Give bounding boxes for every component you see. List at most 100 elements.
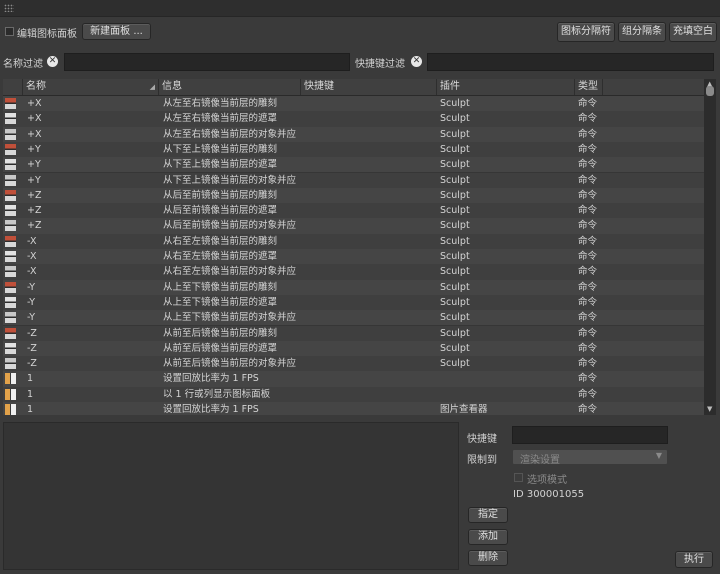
table-row[interactable]: -Y 从上至下镜像当前层的对象并应 Sculpt 命令 xyxy=(3,310,704,326)
cell-shortcut xyxy=(304,173,434,188)
column-header-info[interactable]: 信息 xyxy=(159,79,301,95)
icon-preview-area[interactable] xyxy=(3,422,459,570)
icon-column-header[interactable] xyxy=(3,79,23,95)
cell-type: 命令 xyxy=(578,128,598,140)
table-row[interactable]: +Z 从后至前镜像当前层的雕刻 Sculpt 命令 xyxy=(3,187,704,204)
table-row[interactable]: -Y 从上至下镜像当前层的雕刻 Sculpt 命令 xyxy=(3,279,704,295)
grip-icon[interactable] xyxy=(4,4,14,12)
cell-type: 命令 xyxy=(578,296,598,308)
table-row[interactable]: 1 设置回放比率为 1 FPS 图片查看器 命令 xyxy=(3,402,704,415)
group-separator-button[interactable]: 组分隔条 xyxy=(618,22,666,42)
table-scrollbar[interactable]: ▲ ▼ xyxy=(704,79,716,415)
table-row[interactable]: +Y 从下至上镜像当前层的遮罩 Sculpt 命令 xyxy=(3,157,704,173)
cell-name: -Z xyxy=(27,327,37,339)
add-button[interactable]: 添加 xyxy=(468,529,508,545)
cell-plugin: Sculpt xyxy=(440,281,470,293)
command-icon xyxy=(5,143,16,155)
cell-type: 命令 xyxy=(578,327,598,339)
table-row[interactable]: -X 从右至左镜像当前层的雕刻 Sculpt 命令 xyxy=(3,233,704,249)
cell-shortcut xyxy=(304,371,434,386)
cell-name: -X xyxy=(27,266,37,278)
shortcut-filter-input[interactable] xyxy=(427,53,714,71)
icon-separator-button[interactable]: 图标分隔符 xyxy=(557,22,615,42)
cell-plugin: Sculpt xyxy=(440,296,470,308)
option-mode-checkbox[interactable] xyxy=(514,473,523,482)
cell-shortcut xyxy=(304,326,434,341)
assign-button[interactable]: 指定 xyxy=(468,507,508,523)
table-row[interactable]: -X 从右至左镜像当前层的遮罩 Sculpt 命令 xyxy=(3,249,704,265)
cell-shortcut xyxy=(304,387,434,402)
panel-title-bar xyxy=(0,0,720,17)
cell-shortcut xyxy=(304,127,434,142)
scroll-down-icon[interactable]: ▼ xyxy=(707,405,712,413)
table-row[interactable]: 1 设置回放比率为 1 FPS 命令 xyxy=(3,371,704,387)
table-row[interactable]: +X 从左至右镜像当前层的对象并应 Sculpt 命令 xyxy=(3,126,704,142)
cell-plugin: Sculpt xyxy=(440,98,470,109)
delete-button[interactable]: 删除 xyxy=(468,550,508,566)
cell-plugin: Sculpt xyxy=(440,174,470,186)
cell-info: 从下至上镜像当前层的对象并应 xyxy=(163,174,297,186)
cell-plugin: Sculpt xyxy=(440,251,470,262)
cell-plugin: Sculpt xyxy=(440,235,470,247)
cell-plugin: Sculpt xyxy=(440,266,470,278)
column-header-type[interactable]: 类型 xyxy=(575,79,603,95)
table-row[interactable]: -Z 从前至后镜像当前层的遮罩 Sculpt 命令 xyxy=(3,340,704,357)
table-header: 名称 ◢ 信息 快捷键 插件 类型 xyxy=(3,79,704,96)
cell-shortcut xyxy=(304,142,434,157)
column-header-shortcut[interactable]: 快捷键 xyxy=(301,79,437,95)
cell-plugin: Sculpt xyxy=(440,128,470,140)
cell-info: 以 1 行或列显示图标面板 xyxy=(163,388,271,400)
cell-name: -X xyxy=(27,235,37,247)
table-row[interactable]: +Z 从后至前镜像当前层的遮罩 Sculpt 命令 xyxy=(3,203,704,219)
cell-info: 从左至右镜像当前层的对象并应 xyxy=(163,128,297,140)
cell-info: 从后至前镜像当前层的对象并应 xyxy=(163,220,297,232)
cell-name: 1 xyxy=(27,388,34,400)
cell-shortcut xyxy=(304,264,434,279)
cell-info: 从右至左镜像当前层的对象并应 xyxy=(163,266,297,278)
fill-space-button[interactable]: 充填空白 xyxy=(669,22,717,42)
cell-shortcut xyxy=(304,402,434,415)
table-row[interactable]: -Z 从前至后镜像当前层的雕刻 Sculpt 命令 xyxy=(3,325,704,341)
table-row[interactable]: -Y 从上至下镜像当前层的遮罩 Sculpt 命令 xyxy=(3,294,704,311)
cell-name: +Y xyxy=(27,143,41,155)
table-row[interactable]: +X 从左至右镜像当前层的遮罩 Sculpt 命令 xyxy=(3,111,704,127)
table-row[interactable]: 1 以 1 行或列显示图标面板 命令 xyxy=(3,386,704,402)
table-row[interactable]: +Z 从后至前镜像当前层的对象并应 Sculpt 命令 xyxy=(3,218,704,234)
cell-type: 命令 xyxy=(578,113,598,125)
new-palette-button[interactable]: 新建面板 ... xyxy=(82,23,151,40)
name-filter-input[interactable] xyxy=(64,53,350,71)
command-icon xyxy=(5,128,16,140)
cell-info: 从前至后镜像当前层的遮罩 xyxy=(163,342,278,354)
table-row[interactable]: -Z 从前至后镜像当前层的对象并应 Sculpt 命令 xyxy=(3,356,704,372)
cell-name: +Z xyxy=(27,189,42,201)
cell-type: 命令 xyxy=(578,388,598,400)
cell-type: 命令 xyxy=(578,189,598,201)
cell-info: 从前至后镜像当前层的雕刻 xyxy=(163,327,278,339)
column-header-plugin[interactable]: 插件 xyxy=(437,79,575,95)
column-header-name[interactable]: 名称 ◢ xyxy=(23,79,159,95)
table-row[interactable]: -X 从右至左镜像当前层的对象并应 Sculpt 命令 xyxy=(3,264,704,280)
restrict-to-dropdown[interactable]: 渲染设置 ▼ xyxy=(512,449,668,466)
cell-name: 1 xyxy=(27,404,34,415)
cell-info: 从下至上镜像当前层的遮罩 xyxy=(163,159,278,171)
cell-type: 命令 xyxy=(578,235,598,247)
cell-shortcut xyxy=(304,218,434,233)
cell-type: 命令 xyxy=(578,404,598,415)
shortcut-input[interactable] xyxy=(512,426,668,444)
cell-info: 从右至左镜像当前层的遮罩 xyxy=(163,251,278,262)
cell-name: -X xyxy=(27,251,37,262)
edit-palette-checkbox[interactable] xyxy=(5,27,14,36)
table-row[interactable]: +X 从左至右镜像当前层的雕刻 Sculpt 命令 xyxy=(3,96,704,112)
scrollbar-thumb[interactable] xyxy=(706,86,714,96)
cell-shortcut xyxy=(304,234,434,249)
command-table: 名称 ◢ 信息 快捷键 插件 类型 +X 从左至右镜像当前层的雕刻 Sculpt 命令 +… xyxy=(3,79,704,415)
execute-button[interactable]: 执行 xyxy=(675,551,713,568)
clear-shortcut-filter-icon[interactable]: ✕ xyxy=(411,56,422,67)
clear-name-filter-icon[interactable]: ✕ xyxy=(47,56,58,67)
table-row[interactable]: +Y 从下至上镜像当前层的对象并应 Sculpt 命令 xyxy=(3,172,704,188)
shortcut-label: 快捷键 xyxy=(467,434,497,445)
command-icon xyxy=(5,98,16,109)
cell-plugin xyxy=(440,387,570,402)
command-icon xyxy=(5,358,16,370)
table-row[interactable]: +Y 从下至上镜像当前层的雕刻 Sculpt 命令 xyxy=(3,141,704,158)
